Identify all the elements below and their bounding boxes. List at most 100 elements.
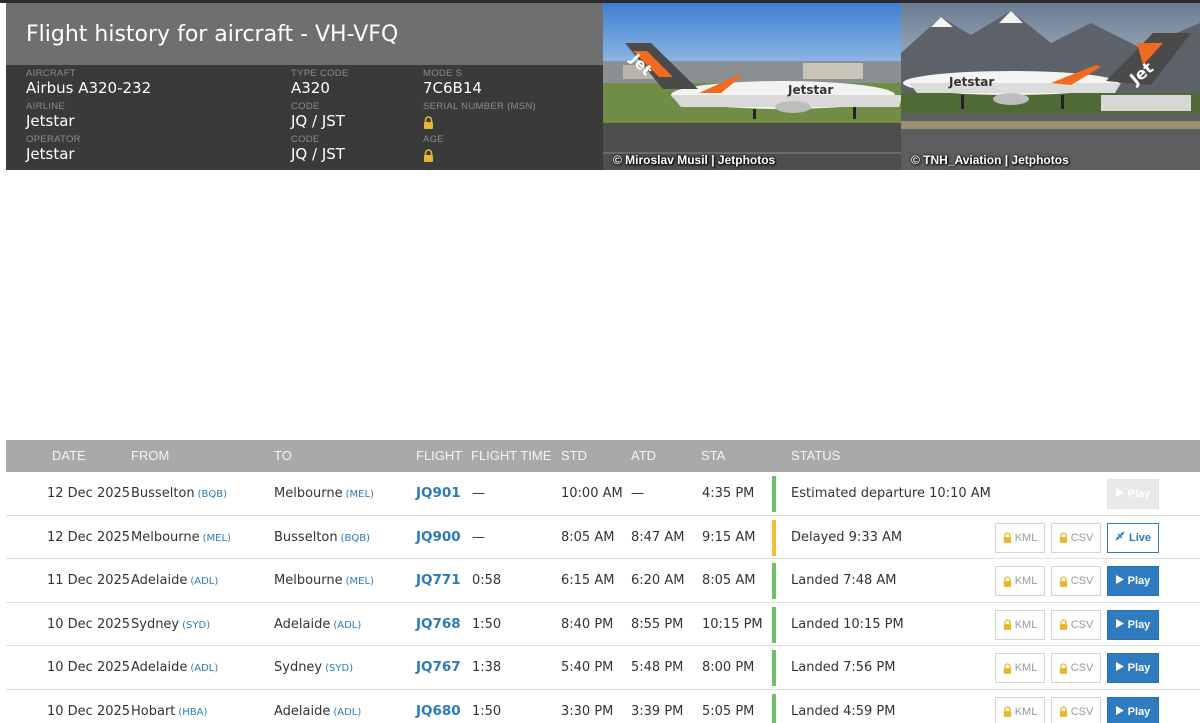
- play-button[interactable]: Play: [1107, 609, 1159, 640]
- from-cell[interactable]: Hobart (HBA): [131, 690, 207, 723]
- from-city[interactable]: Busselton: [131, 486, 195, 501]
- kml-download-button[interactable]: KML: [995, 609, 1045, 640]
- to-airport-code[interactable]: (BQB): [341, 533, 370, 544]
- play-button[interactable]: Play: [1107, 566, 1159, 597]
- from-city[interactable]: Adelaide: [131, 660, 187, 675]
- column-header-from[interactable]: FROM: [131, 440, 169, 472]
- to-cell[interactable]: Melbourne (MEL): [274, 559, 374, 603]
- lock-icon: [1003, 532, 1011, 543]
- flight-number-link[interactable]: JQ767: [416, 646, 461, 689]
- csv-download-button[interactable]: CSV: [1051, 653, 1101, 684]
- csv-download-button[interactable]: CSV: [1051, 522, 1101, 553]
- from-city[interactable]: Sydney: [131, 617, 179, 632]
- to-city[interactable]: Adelaide: [274, 617, 330, 632]
- flight-time-cell: —: [472, 529, 485, 545]
- from-city[interactable]: Adelaide: [131, 573, 187, 588]
- sta-cell: 10:15 PM: [702, 616, 763, 632]
- column-header-std[interactable]: STD: [561, 440, 587, 472]
- to-airport-code[interactable]: (SYD): [325, 663, 353, 674]
- photo-credit[interactable]: © TNH_Aviation | Jetphotos: [911, 153, 1069, 167]
- column-header-to[interactable]: TO: [274, 440, 292, 472]
- action-label: Play: [1127, 705, 1151, 718]
- field-label: AIRLINE: [26, 101, 66, 112]
- status-cell: Landed 7:48 AM: [791, 573, 897, 589]
- to-city[interactable]: Melbourne: [274, 486, 343, 501]
- flight-number-link[interactable]: JQ768: [416, 603, 461, 646]
- from-cell[interactable]: Adelaide (ADL): [131, 559, 218, 603]
- kml-download-button[interactable]: KML: [995, 653, 1045, 684]
- kml-label: KML: [1014, 531, 1038, 544]
- csv-download-button[interactable]: CSV: [1051, 609, 1101, 640]
- from-cell[interactable]: Sydney (SYD): [131, 603, 210, 647]
- lock-icon[interactable]: [423, 149, 444, 167]
- from-airport-code[interactable]: (ADL): [190, 576, 218, 587]
- to-city[interactable]: Adelaide: [274, 704, 330, 719]
- to-cell[interactable]: Busselton (BQB): [274, 516, 370, 560]
- column-header-flight-time[interactable]: FLIGHT TIME: [471, 440, 551, 472]
- from-cell[interactable]: Adelaide (ADL): [131, 646, 218, 690]
- field-value: JQ / JST: [291, 145, 345, 163]
- kml-download-button[interactable]: KML: [995, 522, 1045, 553]
- livery-text: Jetstar: [787, 83, 833, 97]
- to-city[interactable]: Busselton: [274, 530, 338, 545]
- csv-download-button[interactable]: CSV: [1051, 566, 1101, 597]
- from-cell[interactable]: Busselton (BQB): [131, 472, 227, 516]
- to-cell[interactable]: Melbourne (MEL): [274, 472, 374, 516]
- column-header-status[interactable]: STATUS: [791, 440, 840, 472]
- kml-download-button[interactable]: KML: [995, 696, 1045, 723]
- action-label: Live: [1128, 531, 1151, 544]
- aircraft-photo-1[interactable]: Jet Jetstar © Miroslav Musil | Jetphotos: [603, 3, 901, 170]
- sta-cell: 5:05 PM: [702, 703, 755, 719]
- to-airport-code[interactable]: (ADL): [333, 620, 361, 631]
- from-airport-code[interactable]: (MEL): [203, 533, 231, 544]
- csv-label: CSV: [1070, 575, 1094, 588]
- std-cell: 3:30 PM: [561, 703, 614, 719]
- to-city[interactable]: Sydney: [274, 660, 322, 675]
- to-cell[interactable]: Adelaide (ADL): [274, 690, 361, 723]
- to-airport-code[interactable]: (MEL): [346, 489, 374, 500]
- action-label: Play: [1127, 575, 1151, 588]
- table-body: 12 Dec 2025 Busselton (BQB) Melbourne (MEL…: [6, 472, 1200, 723]
- photo-credit[interactable]: © Miroslav Musil | Jetphotos: [613, 153, 775, 167]
- play-button[interactable]: Play: [1107, 696, 1159, 723]
- flight-number-link[interactable]: JQ771: [416, 559, 461, 602]
- lock-icon: [1003, 619, 1011, 631]
- to-cell[interactable]: Adelaide (ADL): [274, 603, 361, 647]
- play-icon: [1115, 488, 1124, 500]
- status-indicator: [772, 476, 776, 512]
- atd-cell: 6:20 AM: [631, 573, 685, 589]
- flight-number-link[interactable]: JQ900: [416, 516, 461, 559]
- lock-icon[interactable]: [423, 116, 536, 134]
- page-title: Flight history for aircraft - VH-VFQ: [26, 21, 399, 47]
- aircraft-photo-2[interactable]: Jet Jetstar © TNH_Aviation | Jetphotos: [901, 3, 1200, 170]
- column-header-flight[interactable]: FLIGHT: [416, 440, 462, 472]
- to-airport-code[interactable]: (ADL): [333, 707, 361, 718]
- from-airport-code[interactable]: (HBA): [178, 707, 207, 718]
- play-button[interactable]: Play: [1107, 653, 1159, 684]
- live-button[interactable]: Live: [1107, 522, 1159, 553]
- table-row: 12 Dec 2025 Melbourne (MEL) Busselton (BQB…: [6, 515, 1200, 560]
- std-cell: 6:15 AM: [561, 573, 615, 589]
- status-indicator: [772, 519, 776, 556]
- field-label: TYPE CODE: [291, 68, 349, 79]
- column-header-sta[interactable]: STA: [701, 440, 725, 472]
- from-city[interactable]: Hobart: [131, 704, 175, 719]
- from-airport-code[interactable]: (ADL): [190, 663, 218, 674]
- to-city[interactable]: Melbourne: [274, 573, 343, 588]
- from-airport-code[interactable]: (SYD): [182, 620, 210, 631]
- lock-icon: [1003, 576, 1011, 587]
- flight-number-link[interactable]: JQ901: [416, 472, 461, 515]
- from-cell[interactable]: Melbourne (MEL): [131, 516, 231, 560]
- csv-download-button[interactable]: CSV: [1051, 696, 1101, 723]
- flight-number-link[interactable]: JQ680: [416, 690, 461, 723]
- from-airport-code[interactable]: (BQB): [198, 489, 227, 500]
- column-header-atd[interactable]: ATD: [631, 440, 656, 472]
- column-header-date[interactable]: DATE: [52, 440, 86, 472]
- play-button[interactable]: Play: [1107, 479, 1159, 509]
- to-airport-code[interactable]: (MEL): [346, 576, 374, 587]
- to-cell[interactable]: Sydney (SYD): [274, 646, 353, 690]
- from-city[interactable]: Melbourne: [131, 530, 200, 545]
- play-icon: [1115, 662, 1124, 674]
- kml-download-button[interactable]: KML: [995, 566, 1045, 597]
- field-label: MODE S: [423, 68, 463, 79]
